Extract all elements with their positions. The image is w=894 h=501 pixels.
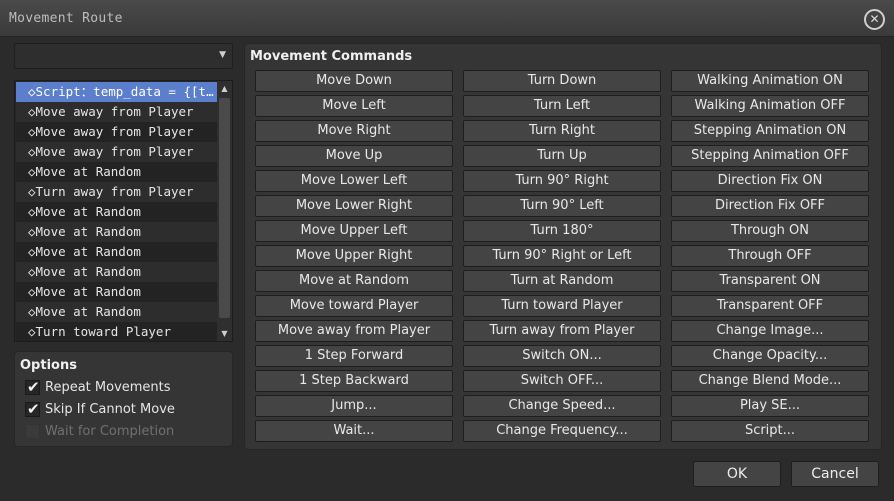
- command-button[interactable]: Change Frequency...: [463, 420, 661, 442]
- command-button[interactable]: Turn 180°: [463, 220, 661, 242]
- movement-commands-title: Movement Commands: [250, 49, 413, 64]
- list-item[interactable]: ◇Move away from Player: [16, 102, 217, 122]
- command-button[interactable]: Change Blend Mode...: [671, 370, 869, 392]
- checkmark-icon: ✔: [27, 378, 40, 396]
- command-button[interactable]: Turn away from Player: [463, 320, 661, 342]
- command-button[interactable]: Move Left: [255, 95, 453, 117]
- list-item[interactable]: ◇Move at Random: [16, 242, 217, 262]
- command-button[interactable]: Move Upper Left: [255, 220, 453, 242]
- window-title: Movement Route: [9, 11, 123, 26]
- command-button[interactable]: Switch ON...: [463, 345, 661, 367]
- list-item[interactable]: ◇Move away from Player: [16, 142, 217, 162]
- scroll-up-icon[interactable]: ▲: [217, 81, 232, 96]
- scrollbar-thumb[interactable]: [219, 98, 230, 318]
- scroll-down-icon[interactable]: ▼: [217, 326, 232, 341]
- command-button[interactable]: Move Upper Right: [255, 245, 453, 267]
- option-label: Skip If Cannot Move: [45, 402, 175, 417]
- chevron-down-icon: ▼: [219, 50, 226, 60]
- list-item[interactable]: ◇Move away from Player: [16, 122, 217, 142]
- command-button[interactable]: Turn 90° Right: [463, 170, 661, 192]
- command-button[interactable]: Direction Fix OFF: [671, 195, 869, 217]
- command-button[interactable]: Walking Animation OFF: [671, 95, 869, 117]
- route-list-scrollbar[interactable]: ▲ ▼: [216, 81, 232, 341]
- command-button[interactable]: Move away from Player: [255, 320, 453, 342]
- checkbox-box[interactable]: ✔: [25, 400, 40, 418]
- command-button[interactable]: Move at Random: [255, 270, 453, 292]
- checkbox-box[interactable]: ✔: [25, 378, 40, 396]
- cancel-button[interactable]: Cancel: [791, 461, 879, 487]
- command-button[interactable]: Turn Down: [463, 70, 661, 92]
- checkmark-icon: ✔: [27, 400, 40, 418]
- option-label: Wait for Completion: [45, 424, 175, 439]
- command-button[interactable]: Play SE...: [671, 395, 869, 417]
- command-button[interactable]: Transparent ON: [671, 270, 869, 292]
- command-button[interactable]: Switch OFF...: [463, 370, 661, 392]
- command-button[interactable]: Through ON: [671, 220, 869, 242]
- list-item[interactable]: ◇Turn toward Player: [16, 322, 217, 341]
- command-button[interactable]: Move toward Player: [255, 295, 453, 317]
- command-button[interactable]: Wait...: [255, 420, 453, 442]
- command-button[interactable]: Turn Right: [463, 120, 661, 142]
- command-button[interactable]: Change Speed...: [463, 395, 661, 417]
- close-icon[interactable]: ✕: [864, 9, 885, 30]
- command-button[interactable]: Move Up: [255, 145, 453, 167]
- command-button[interactable]: Turn 90° Right or Left: [463, 245, 661, 267]
- list-item[interactable]: ◇Move at Random: [16, 282, 217, 302]
- command-button[interactable]: Through OFF: [671, 245, 869, 267]
- command-button[interactable]: Turn Up: [463, 145, 661, 167]
- ok-button[interactable]: OK: [693, 461, 781, 487]
- command-button[interactable]: Change Image...: [671, 320, 869, 342]
- command-button[interactable]: Move Lower Left: [255, 170, 453, 192]
- list-item[interactable]: ◇Move at Random: [16, 302, 217, 322]
- command-button[interactable]: Script...: [671, 420, 869, 442]
- list-item[interactable]: ◇Move at Random: [16, 162, 217, 182]
- command-button[interactable]: Stepping Animation OFF: [671, 145, 869, 167]
- command-button[interactable]: Transparent OFF: [671, 295, 869, 317]
- list-item[interactable]: ◇Move at Random: [16, 262, 217, 282]
- command-button[interactable]: Turn Left: [463, 95, 661, 117]
- command-button[interactable]: Move Lower Right: [255, 195, 453, 217]
- list-item[interactable]: ◇Script：temp_data = {[t…: [16, 82, 217, 102]
- options-title: Options: [20, 358, 77, 373]
- command-button[interactable]: Move Down: [255, 70, 453, 92]
- command-button[interactable]: Jump...: [255, 395, 453, 417]
- command-button[interactable]: Walking Animation ON: [671, 70, 869, 92]
- command-button[interactable]: Turn toward Player: [463, 295, 661, 317]
- command-button[interactable]: Stepping Animation ON: [671, 120, 869, 142]
- command-button[interactable]: 1 Step Forward: [255, 345, 453, 367]
- list-item[interactable]: ◇Move at Random: [16, 202, 217, 222]
- list-item[interactable]: ◇Move at Random: [16, 222, 217, 242]
- command-button[interactable]: Turn at Random: [463, 270, 661, 292]
- list-item[interactable]: ◇Turn away from Player: [16, 182, 217, 202]
- target-select[interactable]: ▼: [14, 43, 233, 69]
- option-label: Repeat Movements: [45, 380, 171, 395]
- checkbox-box: [25, 424, 40, 439]
- title-bar: Movement Route ✕: [0, 0, 894, 37]
- command-button[interactable]: 1 Step Backward: [255, 370, 453, 392]
- command-button[interactable]: Direction Fix ON: [671, 170, 869, 192]
- command-button[interactable]: Turn 90° Left: [463, 195, 661, 217]
- command-button[interactable]: Change Opacity...: [671, 345, 869, 367]
- route-list[interactable]: ▲ ▼ ◇Script：temp_data = {[t… ◇Move away f…: [14, 80, 233, 342]
- command-button[interactable]: Move Right: [255, 120, 453, 142]
